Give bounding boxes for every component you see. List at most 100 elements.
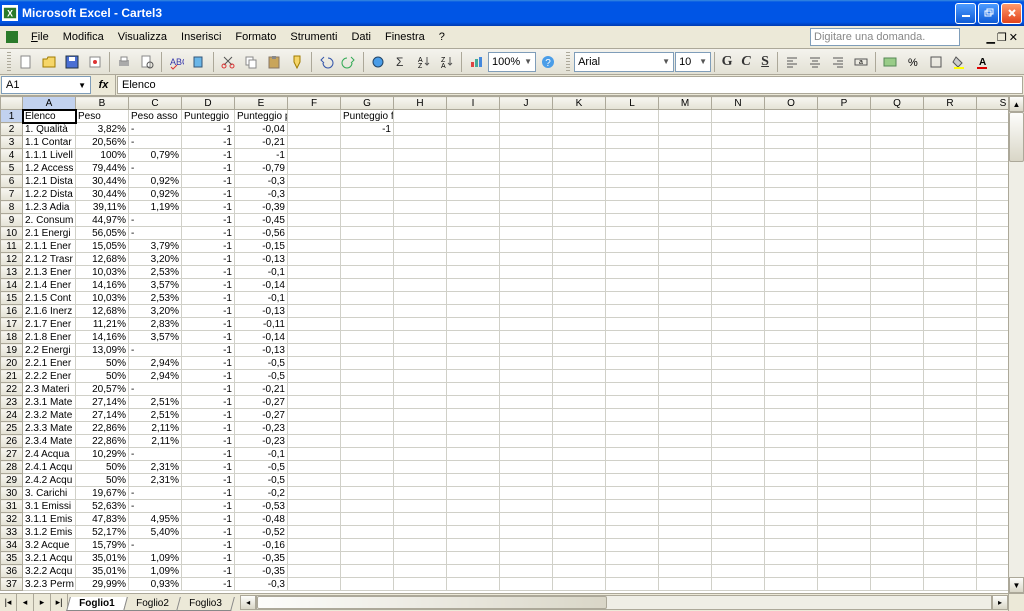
- cell[interactable]: [712, 461, 765, 474]
- cell[interactable]: 2.2.2 Ener: [23, 370, 76, 383]
- cell[interactable]: 2.2.1 Ener: [23, 357, 76, 370]
- cell[interactable]: [500, 539, 553, 552]
- cell[interactable]: 35,01%: [76, 552, 129, 565]
- currency-button[interactable]: [879, 51, 901, 73]
- cell[interactable]: [818, 175, 871, 188]
- cell[interactable]: [659, 136, 712, 149]
- cell[interactable]: -1: [182, 422, 235, 435]
- cell[interactable]: [553, 227, 606, 240]
- cell[interactable]: [924, 110, 977, 123]
- cell[interactable]: -0,27: [235, 409, 288, 422]
- cell[interactable]: 3,82%: [76, 123, 129, 136]
- cell[interactable]: 2.1 Energi: [23, 227, 76, 240]
- cell[interactable]: [394, 487, 447, 500]
- cell[interactable]: [712, 565, 765, 578]
- cell[interactable]: -: [129, 500, 182, 513]
- cell[interactable]: [977, 487, 1009, 500]
- table-row[interactable]: 21. Qualità 3,82%--1-0,04-1: [1, 123, 1009, 136]
- cell[interactable]: [500, 175, 553, 188]
- cell[interactable]: [712, 552, 765, 565]
- cell[interactable]: [924, 253, 977, 266]
- cell[interactable]: -0,56: [235, 227, 288, 240]
- cell[interactable]: [288, 461, 341, 474]
- cell[interactable]: [341, 448, 394, 461]
- menu-file[interactable]: File: [24, 29, 56, 45]
- cell[interactable]: [712, 396, 765, 409]
- cell[interactable]: -1: [182, 474, 235, 487]
- cell[interactable]: [500, 279, 553, 292]
- cell[interactable]: [606, 305, 659, 318]
- cell[interactable]: [977, 500, 1009, 513]
- cell[interactable]: [341, 344, 394, 357]
- cell[interactable]: 2.2 Energi: [23, 344, 76, 357]
- cell[interactable]: 50%: [76, 357, 129, 370]
- sheet-tab-foglio1[interactable]: Foglio1: [66, 597, 127, 611]
- cell[interactable]: [447, 435, 500, 448]
- cell[interactable]: [288, 318, 341, 331]
- cell[interactable]: [659, 253, 712, 266]
- cell[interactable]: -0,13: [235, 305, 288, 318]
- cell[interactable]: [765, 305, 818, 318]
- cell[interactable]: [500, 461, 553, 474]
- menu-formato[interactable]: Formato: [228, 29, 283, 45]
- cell[interactable]: [924, 162, 977, 175]
- row-header[interactable]: 5: [1, 162, 23, 175]
- cell[interactable]: [712, 279, 765, 292]
- cell[interactable]: [394, 526, 447, 539]
- cell[interactable]: [924, 409, 977, 422]
- cell[interactable]: [977, 292, 1009, 305]
- cell[interactable]: -1: [182, 552, 235, 565]
- cell[interactable]: [765, 500, 818, 513]
- cell[interactable]: [977, 266, 1009, 279]
- cell[interactable]: [659, 318, 712, 331]
- cell[interactable]: -1: [341, 123, 394, 136]
- col-header-H[interactable]: H: [394, 97, 447, 110]
- cell[interactable]: [924, 383, 977, 396]
- cell[interactable]: [288, 149, 341, 162]
- cell[interactable]: [712, 435, 765, 448]
- cell[interactable]: [818, 513, 871, 526]
- col-header-F[interactable]: F: [288, 97, 341, 110]
- cell[interactable]: [659, 526, 712, 539]
- cell[interactable]: [924, 357, 977, 370]
- cell[interactable]: [341, 162, 394, 175]
- cell[interactable]: 15,05%: [76, 240, 129, 253]
- cell[interactable]: 1. Qualità: [23, 123, 76, 136]
- cell[interactable]: [394, 305, 447, 318]
- cell[interactable]: [500, 474, 553, 487]
- row-header[interactable]: 22: [1, 383, 23, 396]
- col-header-O[interactable]: O: [765, 97, 818, 110]
- cell[interactable]: [924, 279, 977, 292]
- row-header[interactable]: 2: [1, 123, 23, 136]
- cell[interactable]: [447, 240, 500, 253]
- cell[interactable]: 19,67%: [76, 487, 129, 500]
- cell[interactable]: [394, 539, 447, 552]
- cell[interactable]: [871, 305, 924, 318]
- cell[interactable]: [659, 214, 712, 227]
- cell[interactable]: [871, 136, 924, 149]
- cell[interactable]: 0,79%: [129, 149, 182, 162]
- cell[interactable]: [765, 123, 818, 136]
- table-row[interactable]: 122.1.2 Trasr12,68%3,20%-1-0,13: [1, 253, 1009, 266]
- print-preview-button[interactable]: [136, 51, 158, 73]
- cell[interactable]: 2.3.2 Mate: [23, 409, 76, 422]
- cell[interactable]: [712, 370, 765, 383]
- cell[interactable]: [924, 292, 977, 305]
- cell[interactable]: [288, 370, 341, 383]
- table-row[interactable]: 112.1.1 Ener15,05%3,79%-1-0,15: [1, 240, 1009, 253]
- cell[interactable]: 2.3.1 Mate: [23, 396, 76, 409]
- sheet-tab-foglio3[interactable]: Foglio3: [176, 597, 235, 611]
- cell[interactable]: [765, 461, 818, 474]
- cell[interactable]: [659, 396, 712, 409]
- cell[interactable]: [977, 201, 1009, 214]
- cell[interactable]: 2,94%: [129, 370, 182, 383]
- cell[interactable]: [924, 331, 977, 344]
- cell[interactable]: [606, 266, 659, 279]
- cell[interactable]: [818, 123, 871, 136]
- cell[interactable]: -1: [182, 253, 235, 266]
- row-header[interactable]: 20: [1, 357, 23, 370]
- cell[interactable]: [447, 422, 500, 435]
- row-header[interactable]: 14: [1, 279, 23, 292]
- cell[interactable]: [871, 396, 924, 409]
- cell[interactable]: [288, 331, 341, 344]
